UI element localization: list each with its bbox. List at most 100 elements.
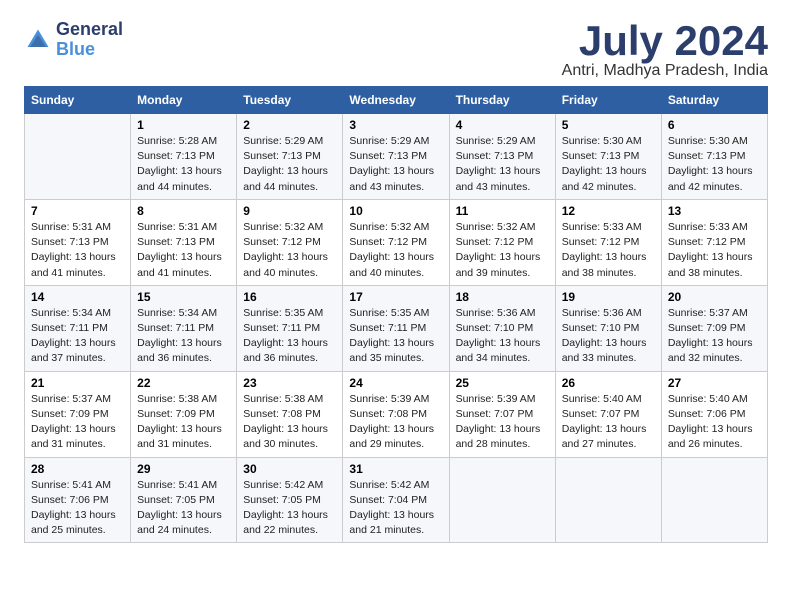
day-info: Sunrise: 5:29 AM Sunset: 7:13 PM Dayligh… — [243, 134, 336, 195]
calendar-cell: 26Sunrise: 5:40 AM Sunset: 7:07 PM Dayli… — [555, 371, 661, 457]
day-info: Sunrise: 5:32 AM Sunset: 7:12 PM Dayligh… — [243, 220, 336, 281]
header-sunday: Sunday — [25, 87, 131, 114]
day-number: 9 — [243, 204, 336, 218]
day-number: 10 — [349, 204, 442, 218]
day-number: 27 — [668, 376, 761, 390]
day-number: 19 — [562, 290, 655, 304]
day-info: Sunrise: 5:30 AM Sunset: 7:13 PM Dayligh… — [562, 134, 655, 195]
day-info: Sunrise: 5:35 AM Sunset: 7:11 PM Dayligh… — [243, 306, 336, 367]
day-number: 31 — [349, 462, 442, 476]
logo-blue: Blue — [56, 40, 123, 60]
calendar-cell: 19 Sunrise: 5:36 AM Sunset: 7:10 PM Dayli… — [555, 285, 661, 371]
calendar-cell: 15 Sunrise: 5:34 AM Sunset: 7:11 PM Dayli… — [131, 285, 237, 371]
day-number: 8 — [137, 204, 230, 218]
day-info: Sunrise: 5:41 AM Sunset: 7:06 PM Dayligh… — [31, 478, 124, 539]
header-tuesday: Tuesday — [237, 87, 343, 114]
calendar-cell — [449, 457, 555, 543]
day-info: Sunrise: 5:37 AM Sunset: 7:09 PM Dayligh… — [31, 392, 124, 453]
day-info: Sunrise: 5:38 AM Sunset: 7:09 PM Dayligh… — [137, 392, 230, 453]
logo-general: General — [56, 20, 123, 40]
day-info: Sunrise: 5:30 AM Sunset: 7:13 PM Dayligh… — [668, 134, 761, 195]
calendar-cell: 24Sunrise: 5:39 AM Sunset: 7:08 PM Dayli… — [343, 371, 449, 457]
day-number: 1 — [137, 118, 230, 132]
header-wednesday: Wednesday — [343, 87, 449, 114]
day-number: 2 — [243, 118, 336, 132]
calendar-cell — [661, 457, 767, 543]
calendar-cell: 1 Sunrise: 5:28 AM Sunset: 7:13 PM Daylig… — [131, 114, 237, 200]
calendar-cell: 12 Sunrise: 5:33 AM Sunset: 7:12 PM Dayli… — [555, 199, 661, 285]
day-number: 7 — [31, 204, 124, 218]
calendar-cell: 8 Sunrise: 5:31 AM Sunset: 7:13 PM Daylig… — [131, 199, 237, 285]
day-number: 28 — [31, 462, 124, 476]
day-info: Sunrise: 5:32 AM Sunset: 7:12 PM Dayligh… — [349, 220, 442, 281]
day-info: Sunrise: 5:34 AM Sunset: 7:11 PM Dayligh… — [31, 306, 124, 367]
calendar-cell: 27 Sunrise: 5:40 AM Sunset: 7:06 PM Dayli… — [661, 371, 767, 457]
day-info: Sunrise: 5:33 AM Sunset: 7:12 PM Dayligh… — [668, 220, 761, 281]
day-number: 18 — [456, 290, 549, 304]
page-title: July 2024 — [562, 20, 768, 62]
calendar-cell — [25, 114, 131, 200]
day-number: 29 — [137, 462, 230, 476]
day-number: 22 — [137, 376, 230, 390]
day-number: 15 — [137, 290, 230, 304]
day-info: Sunrise: 5:29 AM Sunset: 7:13 PM Dayligh… — [456, 134, 549, 195]
day-number: 25 — [456, 376, 549, 390]
day-info: Sunrise: 5:38 AM Sunset: 7:08 PM Dayligh… — [243, 392, 336, 453]
day-info: Sunrise: 5:36 AM Sunset: 7:10 PM Dayligh… — [456, 306, 549, 367]
calendar-cell: 2 Sunrise: 5:29 AM Sunset: 7:13 PM Daylig… — [237, 114, 343, 200]
day-number: 6 — [668, 118, 761, 132]
calendar-cell: 23 Sunrise: 5:38 AM Sunset: 7:08 PM Dayli… — [237, 371, 343, 457]
day-number: 3 — [349, 118, 442, 132]
week-row-1: 1 Sunrise: 5:28 AM Sunset: 7:13 PM Daylig… — [25, 114, 768, 200]
day-number: 13 — [668, 204, 761, 218]
calendar-cell: 13 Sunrise: 5:33 AM Sunset: 7:12 PM Dayli… — [661, 199, 767, 285]
day-info: Sunrise: 5:41 AM Sunset: 7:05 PM Dayligh… — [137, 478, 230, 539]
calendar-cell: 4 Sunrise: 5:29 AM Sunset: 7:13 PM Daylig… — [449, 114, 555, 200]
week-row-4: 21Sunrise: 5:37 AM Sunset: 7:09 PM Dayli… — [25, 371, 768, 457]
calendar-header-row: SundayMondayTuesdayWednesdayThursdayFrid… — [25, 87, 768, 114]
day-info: Sunrise: 5:34 AM Sunset: 7:11 PM Dayligh… — [137, 306, 230, 367]
header-thursday: Thursday — [449, 87, 555, 114]
title-block: July 2024 Antri, Madhya Pradesh, India — [562, 20, 768, 80]
header-friday: Friday — [555, 87, 661, 114]
day-info: Sunrise: 5:33 AM Sunset: 7:12 PM Dayligh… — [562, 220, 655, 281]
calendar-cell: 25 Sunrise: 5:39 AM Sunset: 7:07 PM Dayli… — [449, 371, 555, 457]
day-info: Sunrise: 5:32 AM Sunset: 7:12 PM Dayligh… — [456, 220, 549, 281]
calendar-cell: 22 Sunrise: 5:38 AM Sunset: 7:09 PM Dayli… — [131, 371, 237, 457]
calendar-cell: 14Sunrise: 5:34 AM Sunset: 7:11 PM Dayli… — [25, 285, 131, 371]
header-saturday: Saturday — [661, 87, 767, 114]
calendar-cell: 9 Sunrise: 5:32 AM Sunset: 7:12 PM Daylig… — [237, 199, 343, 285]
calendar-cell: 16 Sunrise: 5:35 AM Sunset: 7:11 PM Dayli… — [237, 285, 343, 371]
calendar-cell: 11Sunrise: 5:32 AM Sunset: 7:12 PM Dayli… — [449, 199, 555, 285]
calendar-table: SundayMondayTuesdayWednesdayThursdayFrid… — [24, 86, 768, 543]
day-info: Sunrise: 5:35 AM Sunset: 7:11 PM Dayligh… — [349, 306, 442, 367]
calendar-cell: 18 Sunrise: 5:36 AM Sunset: 7:10 PM Dayli… — [449, 285, 555, 371]
day-info: Sunrise: 5:40 AM Sunset: 7:07 PM Dayligh… — [562, 392, 655, 453]
day-number: 23 — [243, 376, 336, 390]
logo: General Blue — [24, 20, 123, 60]
calendar-cell: 28 Sunrise: 5:41 AM Sunset: 7:06 PM Dayli… — [25, 457, 131, 543]
day-number: 20 — [668, 290, 761, 304]
day-number: 16 — [243, 290, 336, 304]
calendar-cell: 5Sunrise: 5:30 AM Sunset: 7:13 PM Daylig… — [555, 114, 661, 200]
week-row-5: 28 Sunrise: 5:41 AM Sunset: 7:06 PM Dayli… — [25, 457, 768, 543]
day-info: Sunrise: 5:39 AM Sunset: 7:07 PM Dayligh… — [456, 392, 549, 453]
day-number: 12 — [562, 204, 655, 218]
calendar-cell: 3Sunrise: 5:29 AM Sunset: 7:13 PM Daylig… — [343, 114, 449, 200]
day-number: 17 — [349, 290, 442, 304]
day-info: Sunrise: 5:36 AM Sunset: 7:10 PM Dayligh… — [562, 306, 655, 367]
calendar-cell: 21Sunrise: 5:37 AM Sunset: 7:09 PM Dayli… — [25, 371, 131, 457]
day-number: 24 — [349, 376, 442, 390]
week-row-2: 7 Sunrise: 5:31 AM Sunset: 7:13 PM Daylig… — [25, 199, 768, 285]
day-info: Sunrise: 5:31 AM Sunset: 7:13 PM Dayligh… — [31, 220, 124, 281]
day-info: Sunrise: 5:28 AM Sunset: 7:13 PM Dayligh… — [137, 134, 230, 195]
calendar-cell — [555, 457, 661, 543]
day-info: Sunrise: 5:40 AM Sunset: 7:06 PM Dayligh… — [668, 392, 761, 453]
day-number: 30 — [243, 462, 336, 476]
calendar-cell: 10 Sunrise: 5:32 AM Sunset: 7:12 PM Dayli… — [343, 199, 449, 285]
logo-icon — [24, 26, 52, 54]
calendar-cell: 30Sunrise: 5:42 AM Sunset: 7:05 PM Dayli… — [237, 457, 343, 543]
day-number: 4 — [456, 118, 549, 132]
day-info: Sunrise: 5:31 AM Sunset: 7:13 PM Dayligh… — [137, 220, 230, 281]
page-subtitle: Antri, Madhya Pradesh, India — [562, 62, 768, 80]
